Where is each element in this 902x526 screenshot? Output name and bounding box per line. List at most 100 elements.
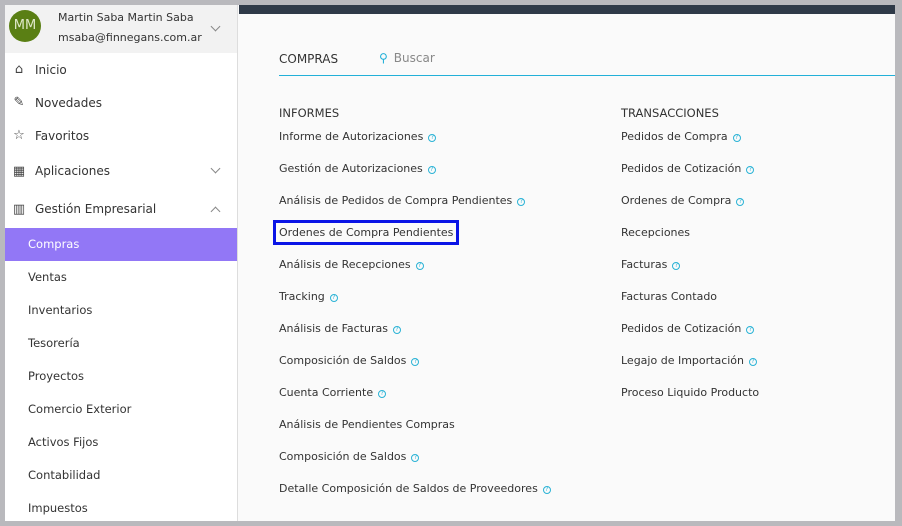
sidebar: MM Martin Saba Martin Saba msaba@finnega… <box>5 5 238 521</box>
menu-link[interactable]: Proceso Liquido Producto <box>621 386 759 418</box>
help-icon[interactable]: ? <box>736 198 745 206</box>
user-header[interactable]: MM Martin Saba Martin Saba msaba@finnega… <box>5 5 237 53</box>
help-icon[interactable]: ? <box>517 198 526 206</box>
menu-link-label[interactable]: Facturas <box>621 258 667 271</box>
menu-link[interactable]: Pedidos de Compra? <box>621 130 759 162</box>
divider <box>279 75 895 76</box>
subnav-item[interactable]: Comercio Exterior <box>5 393 237 426</box>
menu-link-label[interactable]: Legajo de Importación <box>621 354 744 367</box>
informes-heading: INFORMES <box>279 106 340 120</box>
menu-link[interactable]: Detalle Composición de Saldos de Proveed… <box>279 482 551 514</box>
help-icon[interactable]: ? <box>746 326 755 334</box>
subnav-item[interactable]: Inventarios <box>5 294 237 327</box>
help-icon[interactable]: ? <box>415 262 424 270</box>
menu-link-label[interactable]: Recepciones <box>621 226 690 239</box>
building-icon: ▥ <box>12 201 26 217</box>
menu-link-label[interactable]: Pedidos de Cotización <box>621 162 741 175</box>
menu-link-label[interactable]: Cuenta Corriente <box>279 386 373 399</box>
sidebar-item-label: Inicio <box>35 62 67 77</box>
menu-link-label[interactable]: Análisis de Facturas <box>279 322 388 335</box>
menu-link-label[interactable]: Facturas Contado <box>621 290 717 303</box>
star-icon: ☆ <box>13 128 25 143</box>
menu-link-label[interactable]: Detalle Composición de Saldos de Proveed… <box>279 482 538 495</box>
help-icon[interactable]: ? <box>411 358 420 366</box>
main-content: COMPRAS ⚲ Buscar INFORMES Informe de Auto… <box>239 14 895 521</box>
chevron-up-icon[interactable] <box>210 206 221 217</box>
menu-link-label[interactable]: Composición de Saldos <box>279 450 406 463</box>
search-placeholder: Buscar <box>393 51 435 65</box>
menu-link[interactable]: Análisis de Pedidos de Compra Pendientes… <box>279 194 551 226</box>
sidebar-item-favoritos[interactable]: ☆ Favoritos <box>5 119 237 152</box>
menu-link[interactable]: Cuenta Corriente? <box>279 386 551 418</box>
menu-link[interactable]: Ordenes de Compra? <box>621 194 759 226</box>
informes-column: INFORMES Informe de Autorizaciones? Gesti… <box>272 106 551 514</box>
help-icon[interactable]: ? <box>542 486 551 494</box>
help-icon[interactable]: ? <box>732 134 741 142</box>
section-title: COMPRAS <box>279 52 339 66</box>
app-window: MM Martin Saba Martin Saba msaba@finnega… <box>5 5 895 521</box>
menu-link[interactable]: Pedidos de Cotización? <box>621 322 759 354</box>
menu-link-label[interactable]: Tracking <box>279 290 325 303</box>
sidebar-item-label: Aplicaciones <box>35 164 110 178</box>
sidebar-item-gestión-empresarial[interactable]: ▥ Gestión Empresarial <box>5 190 237 228</box>
sidebar-item-novedades[interactable]: ✎ Novedades <box>5 86 237 119</box>
menu-link[interactable]: Recepciones <box>621 226 759 258</box>
subnav-item[interactable]: Contabilidad <box>5 459 237 492</box>
top-bar <box>239 5 895 14</box>
sidebar-item-label: Gestión Empresarial <box>35 202 157 216</box>
apps-grid-icon: ▦ <box>12 163 26 179</box>
help-icon[interactable]: ? <box>393 326 401 334</box>
menu-link[interactable]: Composición de Saldos? <box>279 450 551 482</box>
menu-link[interactable]: Análisis de Pendientes Compras <box>279 418 551 450</box>
help-icon[interactable]: ? <box>378 390 387 398</box>
transacciones-column: TRANSACCIONES Pedidos de Compra? Pedidos … <box>621 106 759 418</box>
search-input[interactable]: ⚲ Buscar <box>379 51 435 65</box>
pin-icon: ✎ <box>13 95 25 110</box>
avatar: MM <box>9 10 41 42</box>
help-icon[interactable]: ? <box>746 166 755 174</box>
subnav-item[interactable]: Impuestos <box>5 492 237 521</box>
subnav-item[interactable]: Activos Fijos <box>5 426 237 459</box>
sidebar-item-aplicaciones[interactable]: ▦ Aplicaciones <box>5 152 237 190</box>
menu-link[interactable]: Gestión de Autorizaciones? <box>279 162 551 194</box>
help-icon[interactable]: ? <box>329 294 338 302</box>
menu-link[interactable]: Análisis de Facturas? <box>279 322 551 354</box>
menu-link-label[interactable]: Informe de Autorizaciones <box>279 130 423 143</box>
sidebar-item-inicio[interactable]: ⌂ Inicio <box>5 53 237 86</box>
menu-link-label[interactable]: Pedidos de Cotización <box>621 322 741 335</box>
help-icon[interactable]: ? <box>427 166 436 174</box>
menu-link[interactable]: Composición de Saldos? <box>279 354 551 386</box>
search-icon: ⚲ <box>379 51 388 65</box>
help-icon[interactable]: ? <box>672 262 681 270</box>
user-email: msaba@finnegans.com.ar <box>58 31 202 44</box>
menu-link-label[interactable]: Análisis de Recepciones <box>279 258 411 271</box>
subnav-item[interactable]: Tesorería <box>5 327 237 360</box>
sidebar-item-label: Favoritos <box>35 128 90 143</box>
subnav-item[interactable]: Compras <box>5 228 237 261</box>
menu-link-label[interactable]: Análisis de Pedidos de Compra Pendientes <box>279 194 512 207</box>
chevron-down-icon[interactable] <box>210 163 221 174</box>
menu-link[interactable]: Facturas? <box>621 258 759 290</box>
menu-link-label[interactable]: Gestión de Autorizaciones <box>279 162 423 175</box>
menu-link-label[interactable]: Ordenes de Compra <box>621 194 731 207</box>
menu-link[interactable]: Tracking? <box>279 290 551 322</box>
menu-link[interactable]: Informe de Autorizaciones? <box>279 130 551 162</box>
menu-link-label[interactable]: Ordenes de Compra Pendientes <box>272 220 460 245</box>
menu-link-label[interactable]: Proceso Liquido Producto <box>621 386 759 399</box>
menu-link[interactable]: Facturas Contado <box>621 290 759 322</box>
subnav-item[interactable]: Proyectos <box>5 360 237 393</box>
menu-link-label[interactable]: Pedidos de Compra <box>621 130 728 143</box>
menu-link[interactable]: Pedidos de Cotización? <box>621 162 759 194</box>
menu-link[interactable]: Legajo de Importación? <box>621 354 759 386</box>
help-icon[interactable]: ? <box>411 454 420 462</box>
help-icon[interactable]: ? <box>428 134 437 142</box>
transacciones-heading: TRANSACCIONES <box>621 106 719 120</box>
menu-link[interactable]: Análisis de Recepciones? <box>279 258 551 290</box>
help-icon[interactable]: ? <box>749 358 758 366</box>
menu-link[interactable]: Ordenes de Compra Pendientes <box>272 220 551 258</box>
menu-link-label[interactable]: Composición de Saldos <box>279 354 406 367</box>
chevron-down-icon[interactable] <box>210 21 221 32</box>
subnav-item[interactable]: Ventas <box>5 261 237 294</box>
menu-link-label[interactable]: Análisis de Pendientes Compras <box>279 418 455 431</box>
home-icon: ⌂ <box>14 62 24 77</box>
